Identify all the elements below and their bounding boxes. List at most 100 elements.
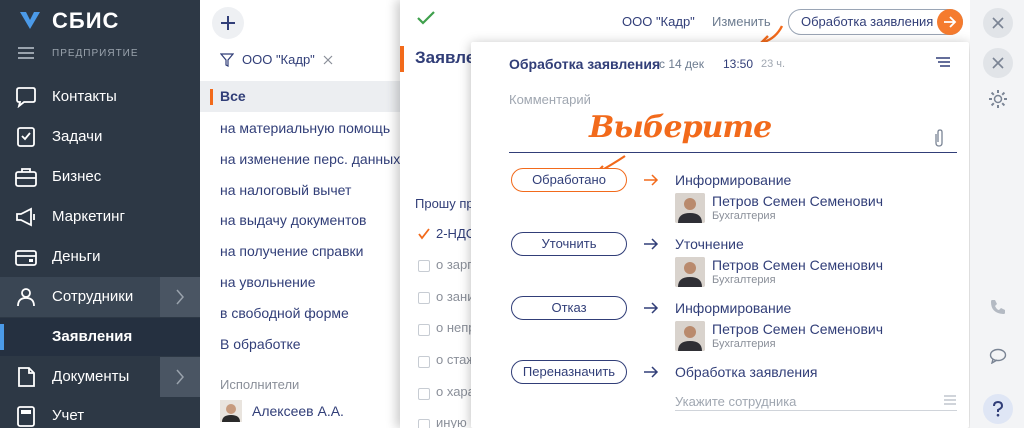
document-title: Заявле xyxy=(415,48,476,67)
checkbox[interactable] xyxy=(418,324,430,336)
sidebar-subitem-label: Заявления xyxy=(52,328,133,345)
person-name[interactable]: Петров Семен Семенович xyxy=(712,321,883,337)
person-name[interactable]: Петров Семен Семенович xyxy=(712,193,883,209)
comment-field[interactable]: Комментарий xyxy=(509,92,591,107)
employee-input-underline xyxy=(675,410,957,411)
close-panel-button[interactable] xyxy=(983,8,1013,38)
employee-input[interactable]: Укажите сотрудника xyxy=(675,394,796,409)
sidebar-item-label: Контакты xyxy=(52,88,117,105)
option-label: иную xyxy=(436,415,467,428)
sidebar-item-money[interactable]: Деньги xyxy=(0,237,200,277)
executor-item[interactable]: Алексеев А.А. xyxy=(220,400,344,422)
person-dept: Бухгалтерия xyxy=(712,274,776,286)
filter-item[interactable]: на выдачу документов xyxy=(200,205,410,236)
right-toolbar xyxy=(970,0,1024,428)
section-header[interactable]: ПРЕДПРИЯТИЕ xyxy=(18,47,139,59)
accounting-icon xyxy=(17,406,35,427)
arrow-right-icon xyxy=(644,238,659,250)
brand-title: СБИС xyxy=(52,8,120,33)
stage-button[interactable]: Обработка заявления xyxy=(788,9,963,35)
confirm-button[interactable] xyxy=(416,10,436,26)
add-button[interactable] xyxy=(212,7,244,39)
checkbox[interactable] xyxy=(418,419,430,428)
filter-item[interactable]: на увольнение xyxy=(200,267,410,298)
filter-item[interactable]: на получение справки xyxy=(200,236,410,267)
expand-button[interactable] xyxy=(160,277,200,317)
filter-item-label: В обработке xyxy=(220,336,301,352)
help-button[interactable] xyxy=(983,394,1013,424)
avatar xyxy=(675,321,705,351)
next-stage: Обработка заявления xyxy=(675,364,818,380)
checkbox[interactable] xyxy=(418,356,430,368)
next-stage: Информирование xyxy=(675,300,792,316)
list-icon[interactable] xyxy=(943,394,957,406)
sidebar-item-documents[interactable]: Документы xyxy=(0,357,200,397)
business-icon xyxy=(15,168,37,187)
filter-item[interactable]: на налоговый вычет xyxy=(200,175,410,206)
checkbox-checked[interactable] xyxy=(418,228,430,240)
arrow-right-icon xyxy=(944,16,957,28)
close-icon[interactable] xyxy=(323,55,333,65)
chat-button[interactable] xyxy=(989,348,1007,364)
go-button[interactable] xyxy=(937,9,963,35)
filter-item-label: Все xyxy=(220,88,246,104)
call-button[interactable] xyxy=(989,298,1007,316)
active-indicator xyxy=(0,324,4,350)
sidebar-item-label: Учет xyxy=(52,407,85,424)
avatar xyxy=(220,400,242,422)
filter-item[interactable]: на изменение перс. данных xyxy=(200,144,410,175)
action-label: Уточнить xyxy=(541,236,597,251)
sidebar-item-accounting[interactable]: Учет xyxy=(0,396,200,428)
money-icon xyxy=(15,250,37,266)
brand[interactable]: СБИС xyxy=(18,8,119,34)
expand-button[interactable] xyxy=(160,357,200,397)
filter-item[interactable]: в свободной форме xyxy=(200,298,410,329)
sidebar-item-label: Задачи xyxy=(52,128,103,145)
sidebar-subitem-applications[interactable]: Заявления xyxy=(0,318,200,356)
filter-item-all[interactable]: Все xyxy=(200,81,410,112)
document-prompt: Прошу пр xyxy=(415,196,474,211)
attach-button[interactable] xyxy=(933,128,945,148)
menu-button[interactable] xyxy=(935,56,951,70)
phone-icon xyxy=(991,300,1005,314)
action-clarify-button[interactable]: Уточнить xyxy=(511,232,627,256)
filter-item[interactable]: на материальную помощь xyxy=(200,113,410,144)
document-org[interactable]: ООО "Кадр" xyxy=(622,14,695,29)
avatar xyxy=(675,193,705,223)
filter-item-label: на налоговый вычет xyxy=(220,182,352,198)
filter-item-label: на получение справки xyxy=(220,243,364,259)
comment-underline xyxy=(509,152,957,153)
org-filter[interactable]: ООО "Кадр" xyxy=(220,52,333,67)
chevron-right-icon xyxy=(176,369,184,385)
checkbox[interactable] xyxy=(418,292,430,304)
popup-title: Обработка заявления xyxy=(509,56,661,72)
person-dept: Бухгалтерия xyxy=(712,338,776,350)
executors-title: Исполнители xyxy=(220,377,300,392)
checkbox[interactable] xyxy=(418,388,430,400)
menu-icon[interactable] xyxy=(18,47,34,59)
filter-value: ООО "Кадр" xyxy=(242,52,315,67)
checkbox[interactable] xyxy=(418,260,430,272)
sidebar-item-marketing[interactable]: Маркетинг xyxy=(0,197,200,237)
sidebar-item-employees[interactable]: Сотрудники xyxy=(0,277,200,317)
sidebar-item-label: Документы xyxy=(52,368,130,385)
settings-button[interactable] xyxy=(987,88,1009,110)
filter-panel: ООО "Кадр" Все на материальную помощь на… xyxy=(200,0,410,428)
sidebar-item-tasks[interactable]: Задачи xyxy=(0,117,200,157)
person-dept: Бухгалтерия xyxy=(712,210,776,222)
contacts-icon xyxy=(16,87,36,108)
action-processed-button[interactable]: Обработано xyxy=(511,168,627,192)
employees-icon xyxy=(17,288,35,307)
action-reject-button[interactable]: Отказ xyxy=(511,296,627,320)
close-icon xyxy=(992,57,1004,69)
filter-item-label: в свободной форме xyxy=(220,305,349,321)
sidebar-item-contacts[interactable]: Контакты xyxy=(0,77,200,117)
avatar xyxy=(675,257,705,287)
person-name[interactable]: Петров Семен Семенович xyxy=(712,257,883,273)
close-popup-button[interactable] xyxy=(983,48,1013,78)
filter-item[interactable]: В обработке xyxy=(200,329,410,360)
arrow-right-icon xyxy=(644,366,659,378)
sbis-logo-icon xyxy=(20,12,40,29)
action-reassign-button[interactable]: Переназначить xyxy=(511,360,627,384)
sidebar-item-business[interactable]: Бизнес xyxy=(0,157,200,197)
